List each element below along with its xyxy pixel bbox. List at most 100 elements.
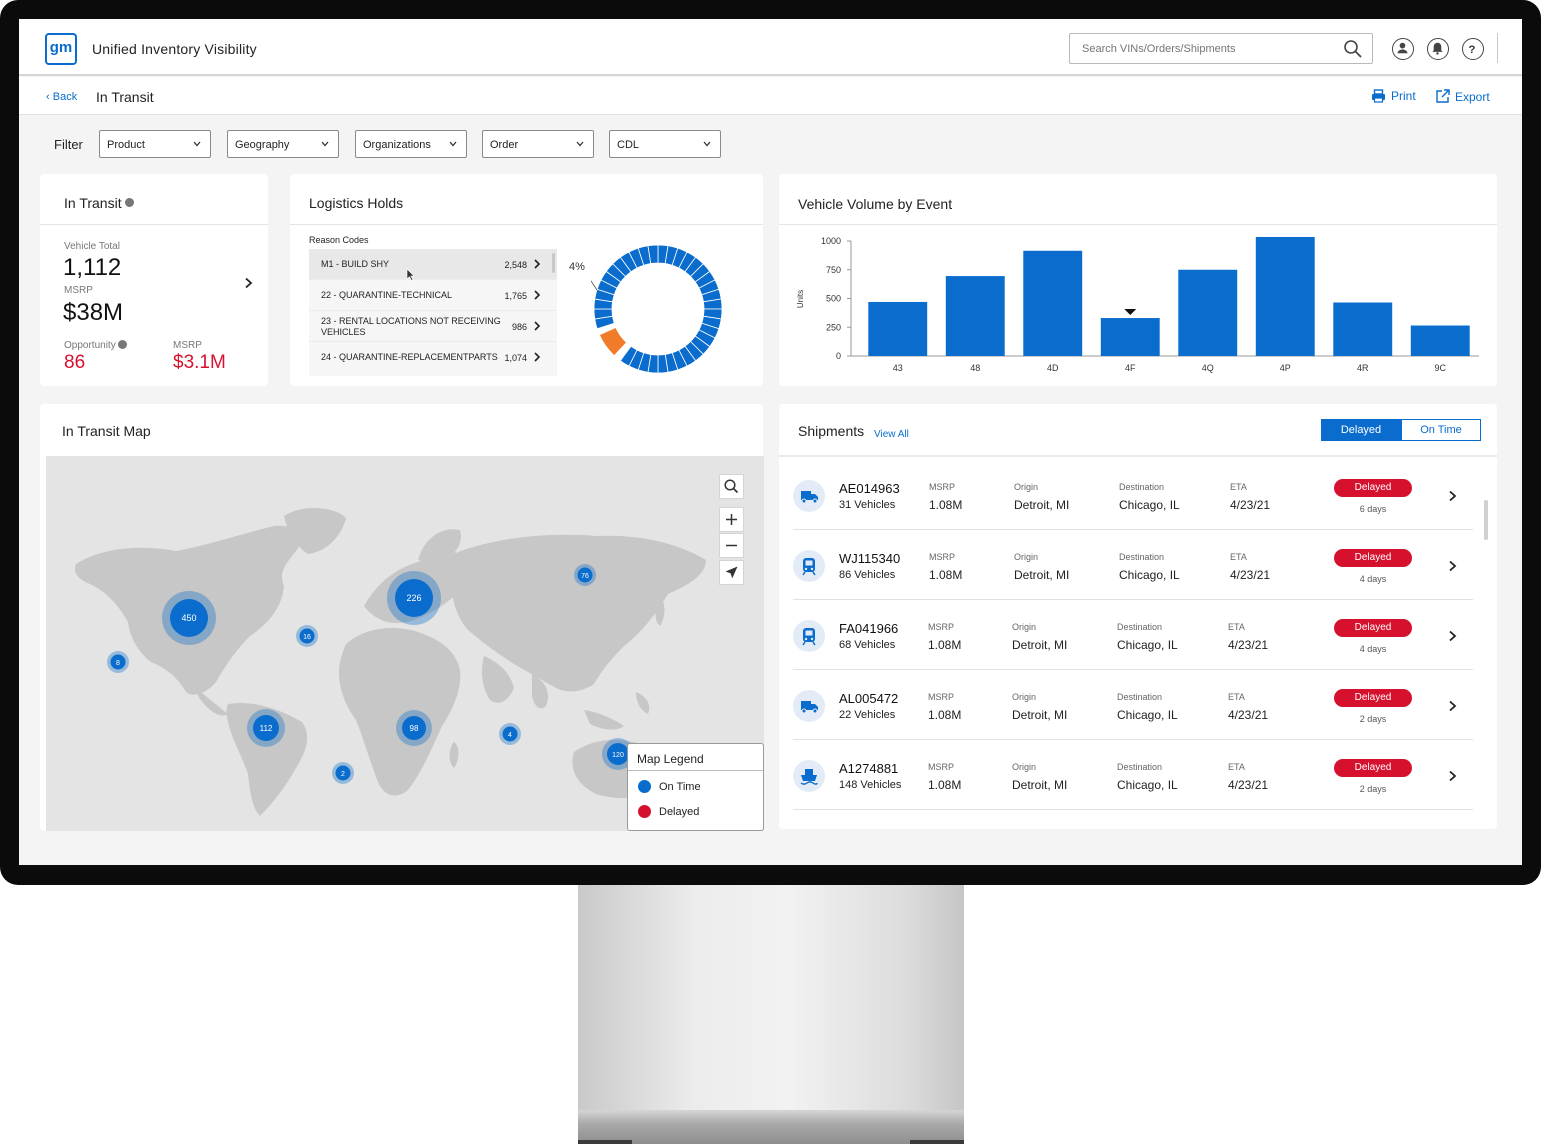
eta-value: 4/23/21: [1230, 498, 1271, 512]
msrp-value: 1.08M: [929, 498, 963, 512]
shipments-title: Shipments: [798, 423, 865, 439]
delay-days: 4 days: [1359, 574, 1387, 584]
filter-select-geography[interactable]: Geography: [227, 130, 339, 158]
filter-select-cdl[interactable]: CDL: [609, 130, 721, 158]
filter-select-value: Product: [107, 139, 145, 151]
reason-list-scrollbar[interactable]: [552, 253, 555, 273]
msrp-value: 1.08M: [929, 568, 963, 582]
cluster-2[interactable]: 2: [332, 762, 354, 784]
reason-value: 2,548: [504, 260, 527, 270]
shipment-vehicles: 148 Vehicles: [839, 779, 902, 791]
chevron-right-icon[interactable]: [1448, 560, 1457, 572]
chevron-right-icon[interactable]: [1448, 490, 1457, 502]
reason-row[interactable]: 22 - QUARANTINE-TECHNICAL 1,765: [309, 280, 557, 311]
search-input[interactable]: [1082, 40, 1332, 58]
opportunity-label: Opportunity: [64, 340, 128, 351]
bar-48[interactable]: [945, 276, 1005, 356]
back-link[interactable]: ‹ Back: [46, 91, 77, 103]
map-search-button[interactable]: [719, 474, 744, 499]
cluster-8[interactable]: 8: [107, 651, 129, 673]
stand-foot: [910, 1140, 964, 1144]
bar-9C[interactable]: [1410, 325, 1470, 356]
shipment-row[interactable]: AE014963 31 Vehicles MSRP 1.08M Origin D…: [793, 460, 1473, 530]
help-circle-icon[interactable]: [118, 340, 128, 349]
bar-4R[interactable]: [1333, 302, 1393, 356]
destination-value: Chicago, IL: [1117, 778, 1178, 792]
toggle-on-time[interactable]: On Time: [1401, 419, 1481, 441]
vehicle-total-value: 1,112: [63, 254, 122, 281]
bar-4Q[interactable]: [1178, 269, 1238, 356]
status-badge: Delayed: [1334, 479, 1412, 497]
search-icon: [724, 479, 739, 494]
cluster-label: 226: [406, 593, 421, 603]
print-button[interactable]: Print: [1371, 89, 1416, 103]
origin-value: Detroit, MI: [1012, 638, 1068, 652]
eta-label: ETA: [1230, 482, 1247, 492]
filter-select-order[interactable]: Order: [482, 130, 594, 158]
view-all-link[interactable]: View All: [874, 429, 909, 440]
cluster-76[interactable]: 76: [574, 564, 596, 586]
map-zoom-in-button[interactable]: [719, 507, 744, 532]
cluster-98[interactable]: 98: [396, 710, 432, 746]
cluster-4[interactable]: 4: [499, 723, 521, 745]
reason-label: 22 - QUARANTINE-TECHNICAL: [321, 290, 453, 300]
reason-row[interactable]: M1 - BUILD SHY 2,548: [309, 249, 557, 280]
x-tick-label: 4D: [1047, 363, 1059, 373]
msrp-label: MSRP: [928, 692, 955, 702]
cluster-16[interactable]: 16: [296, 625, 318, 647]
bar-4F[interactable]: [1100, 318, 1160, 356]
bar-4P[interactable]: [1255, 236, 1315, 356]
status-badge: Delayed: [1334, 759, 1412, 777]
reason-row[interactable]: 23 - RENTAL LOCATIONS NOT RECEIVING VEHI…: [309, 311, 557, 342]
logistics-holds-donut[interactable]: [591, 242, 725, 376]
search-icon[interactable]: [1343, 39, 1363, 59]
eta-value: 4/23/21: [1228, 708, 1269, 722]
export-button[interactable]: Export: [1435, 89, 1490, 104]
shipment-row[interactable]: AL005472 22 Vehicles MSRP 1.08M Origin D…: [793, 670, 1473, 740]
logistics-holds-card: Logistics Holds Reason Codes M1 - BUILD …: [290, 174, 763, 386]
chevron-right-icon[interactable]: [1448, 700, 1457, 712]
shipment-row[interactable]: WJ115340 86 Vehicles MSRP 1.08M Origin D…: [793, 530, 1473, 600]
shipment-row[interactable]: FA041966 68 Vehicles MSRP 1.08M Origin D…: [793, 600, 1473, 670]
origin-label: Origin: [1012, 622, 1037, 632]
destination-label: Destination: [1117, 622, 1163, 632]
chevron-down-icon: [193, 141, 201, 147]
destination-value: Chicago, IL: [1117, 708, 1178, 722]
stand-foot: [578, 1140, 632, 1144]
help-icon[interactable]: ?: [1462, 38, 1484, 60]
plus-icon: [726, 514, 737, 525]
gm-logo[interactable]: gm: [45, 33, 77, 65]
cluster-label: 4: [508, 732, 512, 739]
bar-43[interactable]: [868, 301, 928, 356]
search-box[interactable]: [1069, 33, 1373, 64]
user-icon[interactable]: [1392, 38, 1414, 60]
map-locate-button[interactable]: [719, 560, 744, 585]
cluster-450[interactable]: 450: [162, 591, 216, 645]
chevron-down-icon: [703, 141, 711, 147]
origin-value: Detroit, MI: [1014, 568, 1070, 582]
map-zoom-out-button[interactable]: [719, 533, 744, 558]
filter-select-organizations[interactable]: Organizations: [355, 130, 467, 158]
bar-4D[interactable]: [1023, 250, 1083, 356]
cluster-112[interactable]: 112: [247, 709, 285, 747]
shipment-row[interactable]: A1274881 148 Vehicles MSRP 1.08M Origin …: [793, 740, 1473, 810]
y-tick-label: 500: [826, 294, 841, 304]
y-axis-label: Units: [796, 290, 805, 308]
x-tick-label: 48: [970, 363, 980, 373]
navigation-arrow-icon: [725, 566, 738, 579]
filter-select-product[interactable]: Product: [99, 130, 211, 158]
reason-row[interactable]: 24 - QUARANTINE-REPLACEMENTPARTS 1,074: [309, 342, 557, 373]
info-icon[interactable]: [125, 198, 135, 207]
world-map[interactable]: 450 226 76 16 8 112 98 4 2 120 Map Legen…: [46, 456, 764, 831]
bell-icon[interactable]: [1427, 38, 1449, 60]
chevron-right-icon[interactable]: [1448, 630, 1457, 642]
shipments-scrollbar[interactable]: [1484, 500, 1488, 540]
y-tick-label: 250: [826, 322, 841, 332]
chevron-right-icon[interactable]: [1448, 770, 1457, 782]
toggle-delayed[interactable]: Delayed: [1321, 419, 1401, 441]
msrp-value: 1.08M: [928, 638, 962, 652]
minus-icon: [726, 544, 737, 547]
cluster-226[interactable]: 226: [387, 571, 441, 625]
donut-slice-highlight[interactable]: [598, 327, 628, 357]
chevron-right-icon[interactable]: [244, 277, 253, 289]
